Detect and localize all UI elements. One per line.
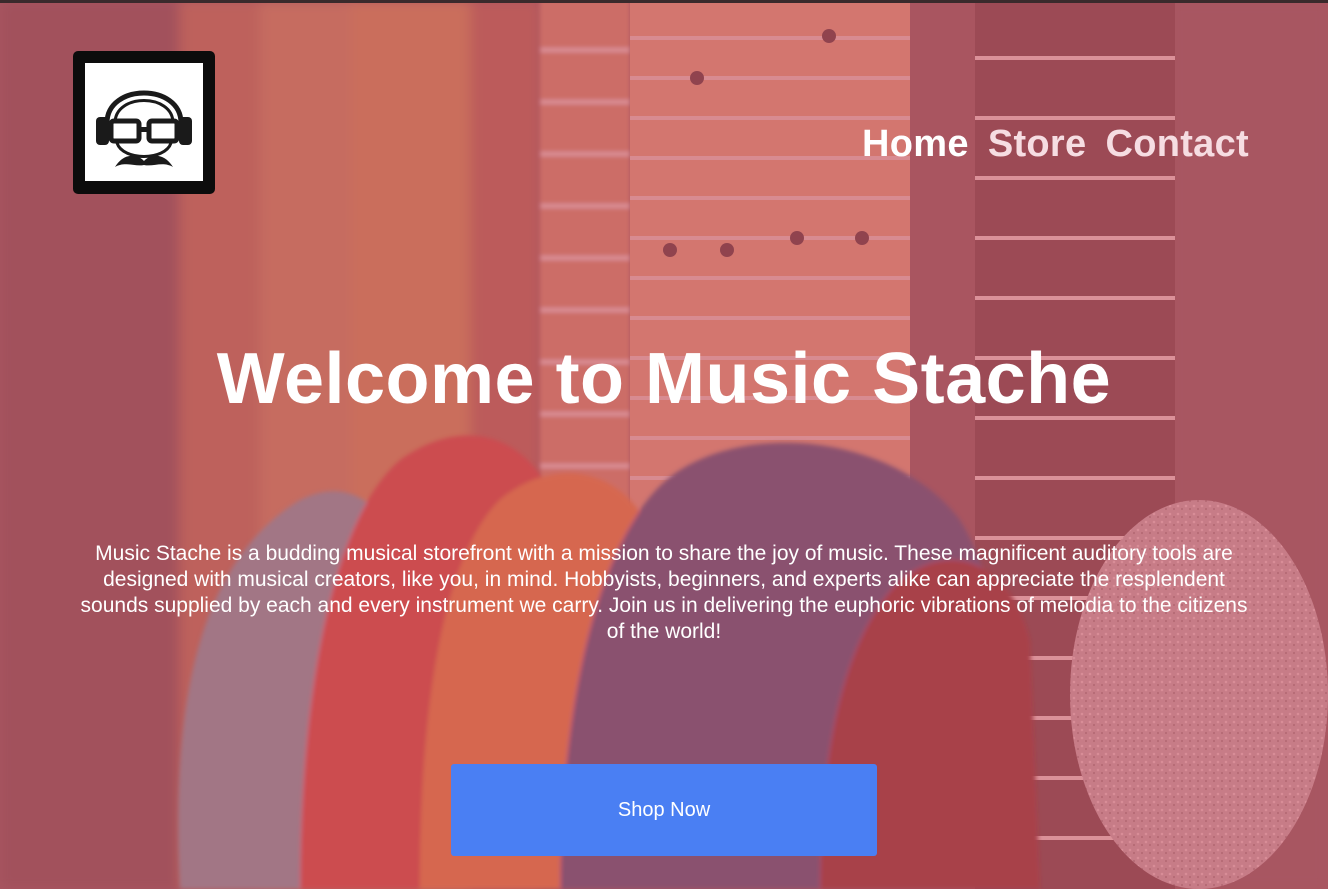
hero-section: Home Store Contact Welcome to Music Stac… — [0, 0, 1328, 889]
mustache-face-icon — [85, 63, 203, 181]
hero-content: Home Store Contact Welcome to Music Stac… — [0, 0, 1328, 889]
nav-home-link[interactable]: Home — [862, 120, 969, 168]
top-strip — [0, 0, 1328, 3]
intro-paragraph: Music Stache is a budding musical storef… — [80, 542, 1248, 643]
page-title: Welcome to Music Stache — [216, 339, 1112, 419]
nav-contact-link[interactable]: Contact — [1105, 120, 1249, 168]
nav-store-link[interactable]: Store — [988, 120, 1087, 168]
shop-now-button[interactable]: Shop Now — [451, 764, 877, 856]
main-nav: Home Store Contact — [862, 120, 1249, 168]
logo[interactable] — [73, 51, 215, 194]
